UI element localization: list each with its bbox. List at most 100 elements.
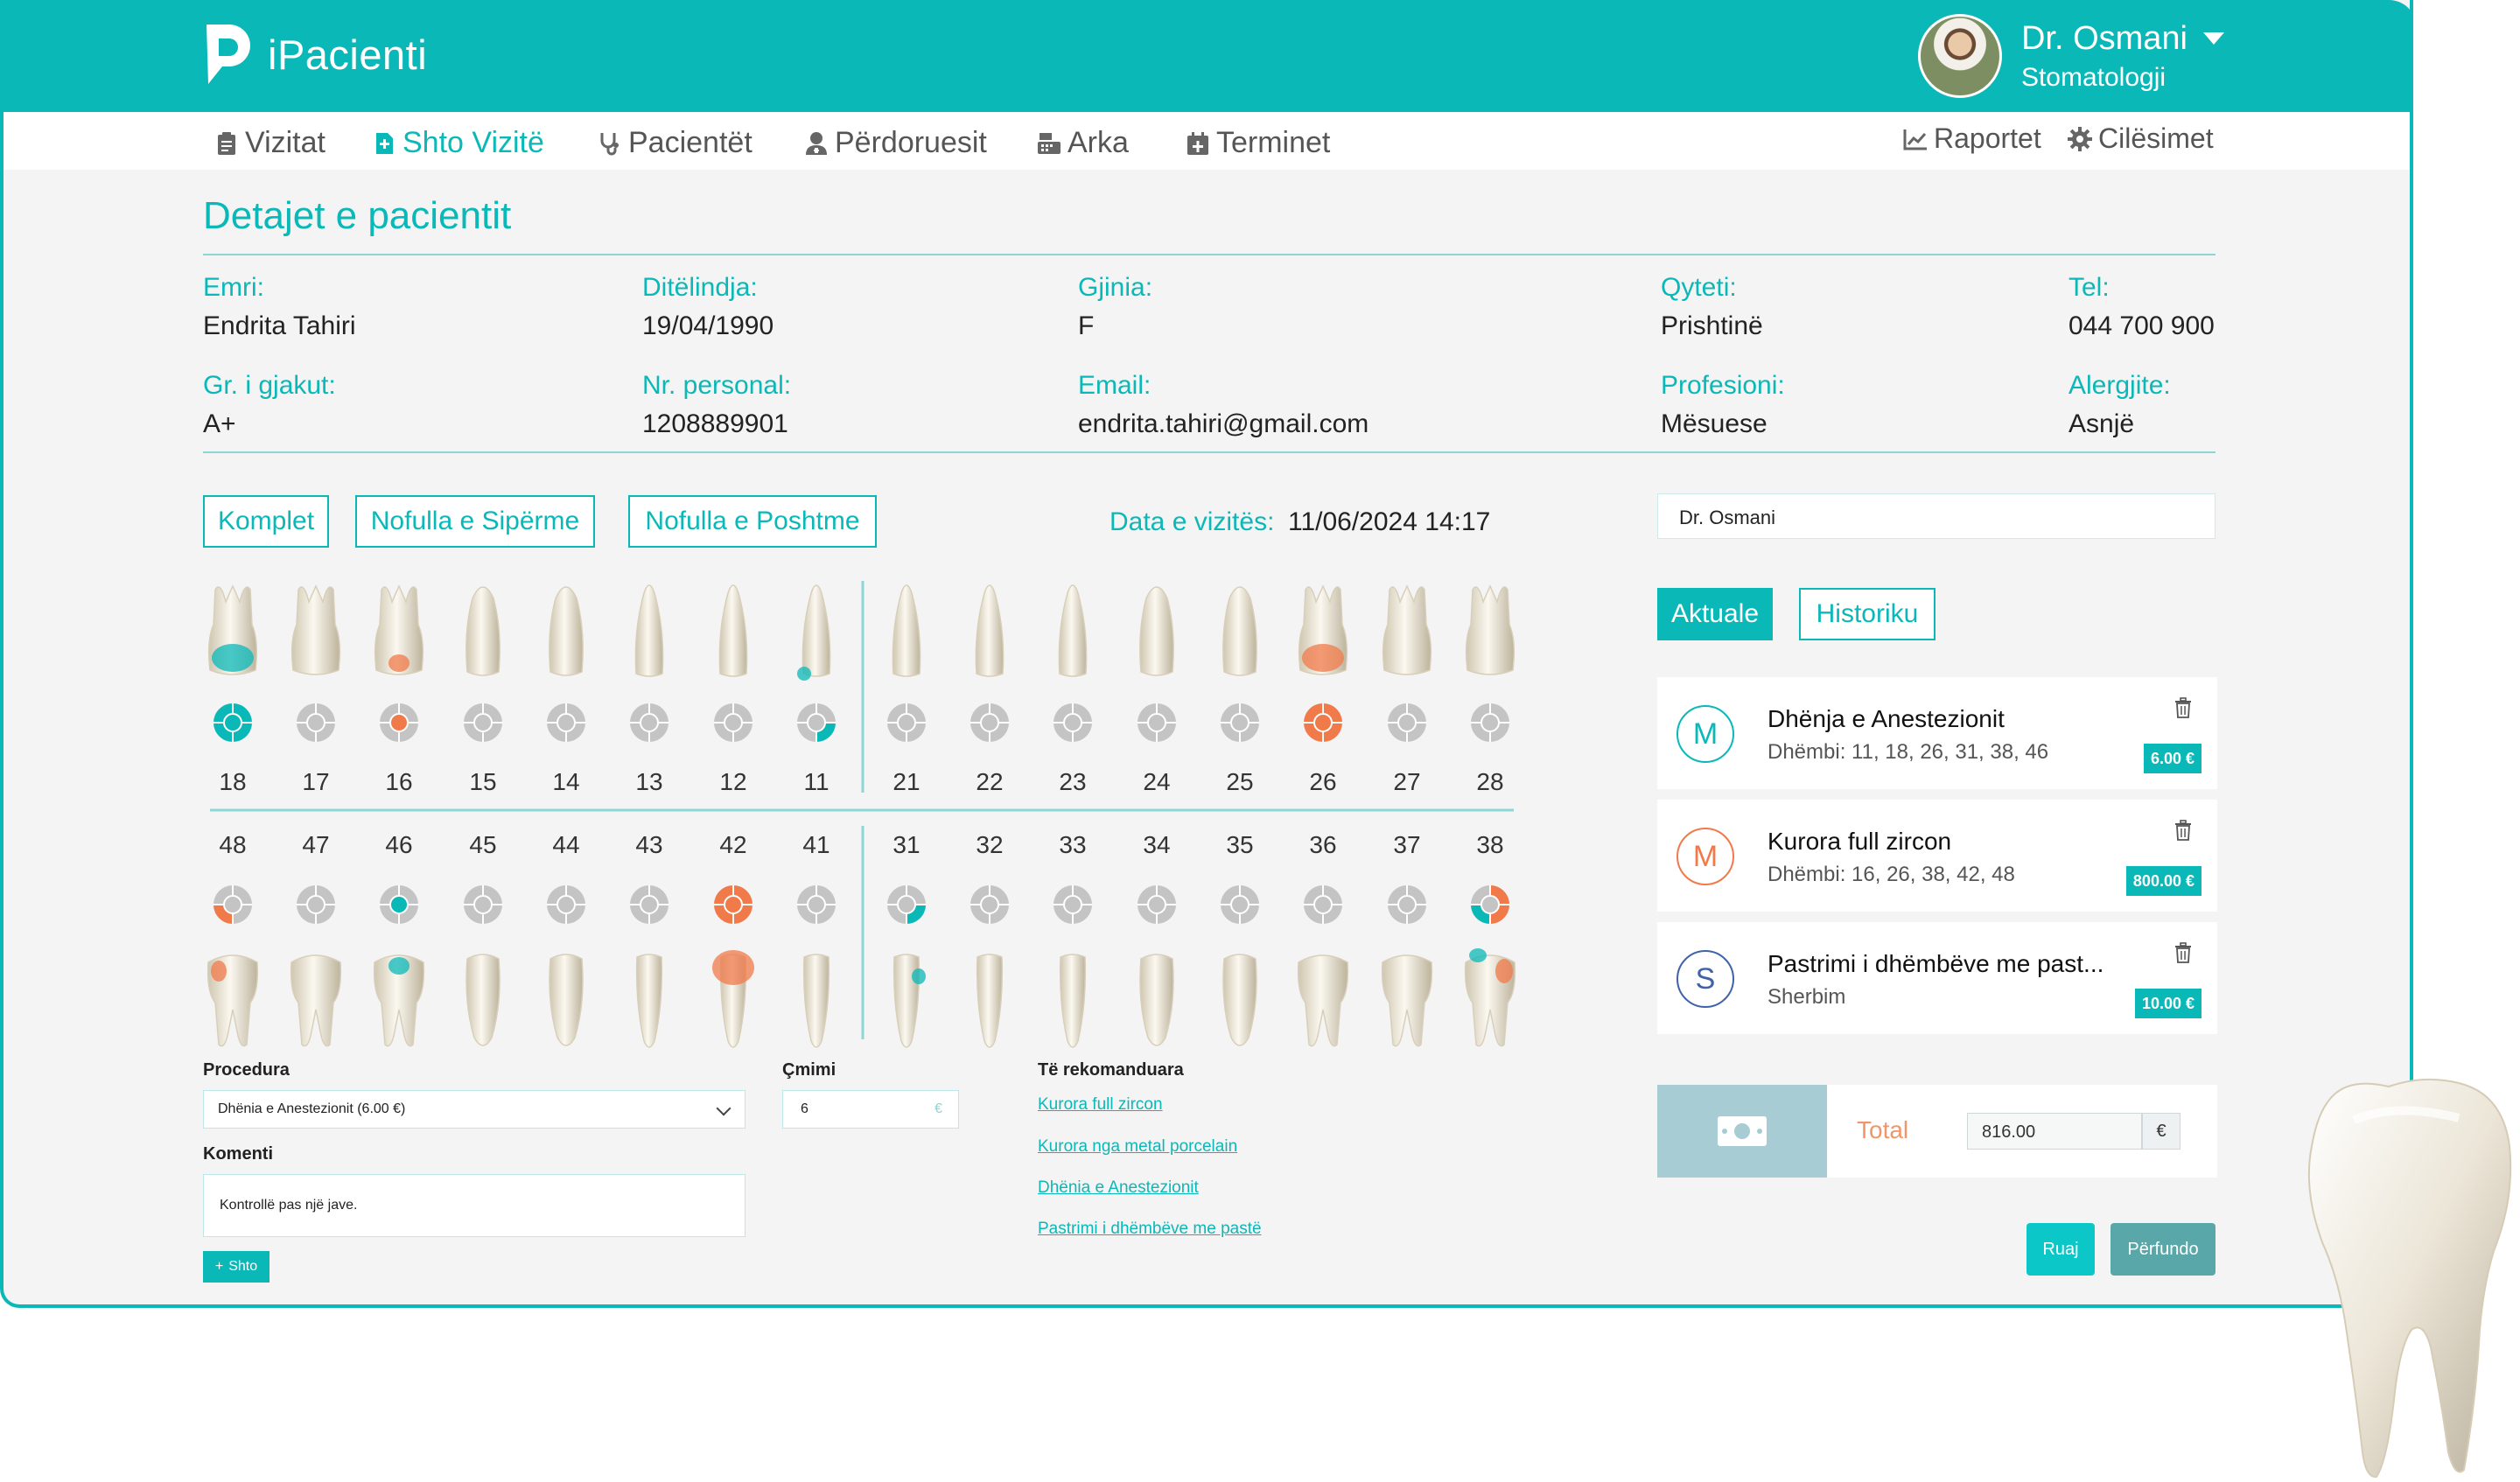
recommended-link[interactable]: Pastrimi i dhëmbëve me pastë bbox=[1038, 1220, 1262, 1239]
tooth-status-ring bbox=[714, 885, 752, 924]
tooth-status-center bbox=[980, 713, 999, 732]
field-name: Emri: Endrita Tahiri bbox=[203, 273, 356, 341]
field-label: Tel: bbox=[2068, 273, 2110, 302]
gear-icon bbox=[2068, 126, 2092, 151]
tooth-number: 38 bbox=[1476, 831, 1504, 858]
tooth-lower bbox=[635, 954, 663, 1048]
field-label: Email: bbox=[1078, 371, 1152, 400]
nav-arka[interactable]: Arka bbox=[1036, 126, 1129, 160]
tooth-number: 44 bbox=[552, 831, 580, 858]
trash-icon[interactable] bbox=[2174, 819, 2193, 842]
tab-current[interactable]: Aktuale bbox=[1657, 588, 1773, 640]
tooth-status-center bbox=[223, 713, 242, 732]
recommended-link[interactable]: Dhënia e Anestezionit bbox=[1038, 1178, 1199, 1198]
nav-perdoruesit[interactable]: Përdoruesit bbox=[803, 126, 987, 160]
total-input[interactable]: 816.00 bbox=[1967, 1113, 2142, 1150]
tooth-status-ring bbox=[464, 703, 502, 742]
nav-raportet[interactable]: Raportet bbox=[1902, 122, 2041, 155]
tooth-upper bbox=[1139, 586, 1174, 676]
tooth-number: 34 bbox=[1143, 831, 1171, 858]
field-value: 19/04/1990 bbox=[642, 311, 774, 340]
tooth-treatment-highlight bbox=[1302, 644, 1344, 672]
tooth-number: 42 bbox=[719, 831, 747, 858]
tooth-status-ring bbox=[297, 703, 335, 742]
procedure-card[interactable]: M Dhënja e Anestezionit Dhëmbi: 11, 18, … bbox=[1657, 677, 2217, 789]
avatar[interactable] bbox=[1917, 14, 2002, 98]
chevron-down-icon bbox=[716, 1101, 732, 1116]
procedure-select[interactable]: Dhënia e Anestezionit (6.00 €) bbox=[203, 1090, 746, 1129]
field-allergies: Alergjite: Asnjë bbox=[2068, 371, 2171, 439]
caret-down-icon[interactable] bbox=[2203, 32, 2224, 45]
procedure-title: Dhënja e Anestezionit bbox=[1768, 705, 2005, 732]
tooth-status-segment bbox=[906, 905, 926, 924]
tooth-upper bbox=[1222, 586, 1257, 676]
nav-pacientet[interactable]: Pacientët bbox=[597, 126, 752, 160]
procedure-title: Kurora full zircon bbox=[1768, 828, 1952, 855]
jaw-upper-button[interactable]: Nofulla e Sipërme bbox=[355, 495, 595, 548]
tooth-status-center bbox=[1480, 713, 1500, 732]
field-value: Mësuese bbox=[1661, 409, 1768, 438]
field-label: Profesioni: bbox=[1661, 371, 1785, 400]
user-menu[interactable]: Dr. Osmani Stomatologji bbox=[1917, 14, 2224, 98]
nav-terminet[interactable]: Terminet bbox=[1185, 126, 1330, 160]
total-label: Total bbox=[1857, 1116, 1909, 1143]
jaw-full-button[interactable]: Komplet bbox=[203, 495, 329, 548]
tooth-status-ring bbox=[1388, 885, 1426, 924]
nav-label: Pacientët bbox=[628, 126, 752, 159]
tooth-status-center bbox=[897, 713, 916, 732]
divider bbox=[203, 451, 2216, 453]
procedure-card[interactable]: S Pastrimi i dhëmbëve me past... Sherbim… bbox=[1657, 922, 2217, 1034]
field-label: Ditëlindja: bbox=[642, 273, 758, 302]
procedure-card[interactable]: M Kurora full zircon Dhëmbi: 16, 26, 38,… bbox=[1657, 800, 2217, 912]
field-value: 044 700 900 bbox=[2068, 311, 2215, 340]
tooth-status-ring bbox=[547, 703, 585, 742]
brand-logo[interactable]: iPacienti bbox=[203, 21, 427, 87]
tooth-status-center bbox=[1147, 895, 1166, 914]
tooth-number: 14 bbox=[552, 768, 580, 795]
money-bill-icon bbox=[1718, 1116, 1767, 1146]
nav-shto-vizite[interactable]: Shto Vizitë bbox=[371, 126, 544, 160]
recommended-link[interactable]: Kurora full zircon bbox=[1038, 1095, 1163, 1115]
tooth-upper bbox=[374, 584, 424, 675]
tooth-status-ring bbox=[887, 885, 926, 924]
finish-button[interactable]: Përfundo bbox=[2110, 1223, 2216, 1276]
nav-cilesimet[interactable]: Cilësimet bbox=[2067, 122, 2214, 155]
tooth-lower bbox=[549, 954, 584, 1046]
tooth-status-center bbox=[556, 713, 576, 732]
nav-vizitat[interactable]: Vizitat bbox=[214, 126, 326, 160]
nav-label: Cilësimet bbox=[2098, 122, 2214, 154]
recommended-link[interactable]: Kurora nga metal porcelain bbox=[1038, 1137, 1237, 1157]
user-doctor-icon bbox=[806, 131, 827, 155]
price-input[interactable]: 6 € bbox=[782, 1090, 959, 1129]
trash-icon[interactable] bbox=[2174, 696, 2193, 719]
procedure-subtitle: Dhëmbi: 16, 26, 38, 42, 48 bbox=[1768, 863, 2015, 886]
save-button[interactable]: Ruaj bbox=[2026, 1223, 2095, 1276]
tab-history[interactable]: Historiku bbox=[1799, 588, 1936, 640]
field-gender: Gjinia: F bbox=[1078, 273, 1152, 341]
comment-textarea[interactable]: Kontrollë pas një jave. bbox=[203, 1174, 746, 1237]
field-label: Alergjite: bbox=[2068, 371, 2171, 400]
procedure-subtitle: Sherbim bbox=[1768, 985, 1846, 1009]
doctor-input[interactable]: Dr. Osmani bbox=[1657, 493, 2216, 539]
field-personal-number: Nr. personal: 1208889901 bbox=[642, 371, 791, 439]
tooth-number: 22 bbox=[976, 768, 1004, 795]
tooth-status-center bbox=[306, 895, 326, 914]
field-label: Qyteti: bbox=[1661, 273, 1737, 302]
add-procedure-button[interactable]: + Shto bbox=[203, 1251, 270, 1283]
tooth-number: 17 bbox=[302, 768, 330, 795]
procedure-subtitle: Dhëmbi: 11, 18, 26, 31, 38, 46 bbox=[1768, 740, 2049, 764]
user-name: Dr. Osmani bbox=[2020, 19, 2188, 57]
jaw-lower-button[interactable]: Nofulla e Poshtme bbox=[628, 495, 877, 548]
add-document-icon bbox=[376, 132, 393, 154]
tooth-status-segment bbox=[1471, 905, 1490, 924]
plus-icon: + bbox=[214, 1259, 224, 1274]
logo-icon bbox=[206, 24, 250, 84]
tooth-upper bbox=[1465, 584, 1516, 675]
tooth-status-center bbox=[1480, 895, 1500, 914]
tooth-status-center bbox=[807, 895, 826, 914]
divider bbox=[203, 254, 2216, 255]
trash-icon[interactable] bbox=[2174, 941, 2193, 964]
tooth-number: 37 bbox=[1393, 831, 1421, 858]
tooth-upper bbox=[1058, 584, 1088, 677]
tooth-status-ring bbox=[464, 885, 502, 924]
